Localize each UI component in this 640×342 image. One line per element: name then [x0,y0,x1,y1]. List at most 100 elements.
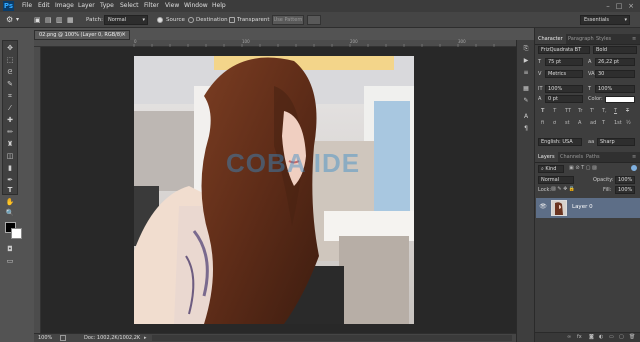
new-layer-icon[interactable]: ▢ [619,334,624,341]
subtract-selection-icon[interactable]: ▥ [56,12,63,28]
filter-icons[interactable]: ▣ ⊘ T ▢ ▨ [569,165,597,172]
brush-panel-icon[interactable]: ✎ [521,96,531,105]
layer-name[interactable]: Layer 0 [572,204,593,210]
folder-icon[interactable]: ▭ [609,334,614,341]
marquee-tool-icon[interactable]: ⬚ [4,55,16,66]
leading-field[interactable]: 26,22 pt [595,58,635,66]
subscript-button[interactable]: T, [602,108,607,115]
source-radio[interactable] [157,17,163,23]
history-panel-icon[interactable]: ⎘ [521,44,531,53]
tab-styles[interactable]: Styles [593,34,614,44]
stylistic-alternates-button[interactable]: ad [590,120,596,127]
minimize-icon[interactable]: – [604,2,612,10]
hand-tool-icon[interactable]: ✋ [4,197,16,208]
panel-menu-icon[interactable]: ≡ [629,34,639,44]
close-window-icon[interactable]: × [627,2,635,10]
underline-button[interactable]: T [614,108,617,115]
tab-paragraph[interactable]: Paragraph [565,34,597,44]
status-menu-arrow-icon[interactable]: ▸ [144,334,147,342]
layer-filter-select[interactable]: ⌕ Kind [538,165,564,173]
maximize-icon[interactable]: □ [615,2,623,10]
all-caps-button[interactable]: TT [565,108,571,115]
stamp-tool-icon[interactable]: ♜ [4,139,16,150]
swatches-panel-icon[interactable]: ▦ [521,84,531,93]
tab-layers[interactable]: Layers [535,152,558,162]
gradient-tool-icon[interactable]: ▮ [4,163,16,174]
eyedropper-tool-icon[interactable]: ⁄ [4,103,16,114]
character-panel-icon[interactable]: A [521,112,531,121]
zoom-tool-icon[interactable]: 🔍 [4,208,16,219]
crop-tool-icon[interactable]: ⌗ [4,91,16,102]
trash-icon[interactable]: 🗑 [629,334,635,341]
fx-icon[interactable]: fx [577,334,582,341]
panel-menu-icon[interactable]: ≡ [629,152,639,162]
faux-italic-button[interactable]: T [553,108,556,115]
eraser-tool-icon[interactable]: ◫ [4,151,16,162]
baseline-shift-field[interactable]: 0 pt [545,95,583,103]
filter-toggle-icon[interactable] [631,165,637,171]
workspace-select[interactable]: Essentials ▾ [580,15,630,25]
discretionary-ligature-button[interactable]: ơ [553,120,556,127]
swash-button[interactable]: A [578,120,581,127]
blend-mode-select[interactable]: Normal [538,176,574,184]
mask-icon[interactable]: ◙ [589,334,594,341]
anti-alias-select[interactable]: Sharp [597,138,635,146]
menu-select[interactable]: Select [120,0,139,12]
language-select[interactable]: English: USA [538,138,582,146]
titling-button[interactable]: T [602,120,605,127]
font-size-field[interactable]: 75 pt [545,58,583,66]
move-tool-icon[interactable]: ✥ [4,43,16,54]
menu-file[interactable]: File [22,0,32,12]
strikethrough-button[interactable]: T [626,108,629,115]
vertical-scale-field[interactable]: 100% [545,85,583,93]
quick-select-tool-icon[interactable]: ✎ [4,79,16,90]
ordinals-button[interactable]: 1st [614,120,622,127]
adjustment-icon[interactable]: ◐ [599,334,603,341]
layer-row[interactable]: 👁 Layer 0 [536,198,640,218]
stylistic-button[interactable]: st [565,120,570,127]
brush-tool-icon[interactable]: ✏ [4,127,16,138]
lasso-tool-icon[interactable]: ᘓ [4,67,16,78]
menu-layer[interactable]: Layer [78,0,95,12]
fill-field[interactable]: 100% [615,186,635,194]
transparent-checkbox[interactable] [229,17,235,23]
lock-icons[interactable]: ▨ ✎ ✥ 🔒 [551,186,575,193]
font-style-select[interactable]: Bold [593,46,637,54]
type-tool-icon[interactable]: T [4,185,16,196]
paragraph-panel-icon[interactable]: ¶ [521,124,531,133]
menu-image[interactable]: Image [55,0,74,12]
use-pattern-button[interactable]: Use Pattern [272,15,304,25]
tab-channels[interactable]: Channels [557,152,586,162]
close-document-icon[interactable]: × [121,31,126,39]
tracking-field[interactable]: 30 [595,70,635,78]
destination-radio[interactable] [188,17,194,23]
fractions-button[interactable]: ½ [626,120,631,127]
patch-mode-select[interactable]: Normal ▾ [104,15,148,25]
actions-panel-icon[interactable]: ▶ [521,56,531,65]
add-selection-icon[interactable]: ▤ [45,12,52,28]
zoom-level[interactable]: 100% [38,334,52,342]
text-color-swatch[interactable] [605,96,635,103]
properties-panel-icon[interactable]: ≡ [521,68,531,77]
menu-edit[interactable]: Edit [38,0,50,12]
document-image[interactable]: COBA IDE [134,56,414,324]
kerning-field[interactable]: Metrics [545,70,583,78]
opacity-field[interactable]: 100% [615,176,635,184]
new-selection-icon[interactable]: ▣ [34,12,41,28]
horizontal-scale-field[interactable]: 100% [595,85,635,93]
tab-paths[interactable]: Paths [583,152,603,162]
link-icon[interactable]: ∞ [567,334,571,341]
healing-tool-icon[interactable]: ✚ [4,115,16,126]
quick-mask-icon[interactable]: ◘ [4,244,16,255]
ligatures-button[interactable]: fi [541,120,544,127]
superscript-button[interactable]: T' [590,108,594,115]
patch-tool-icon[interactable]: ⚙ [6,12,13,28]
horizontal-scrollbar[interactable] [152,335,512,341]
intersect-selection-icon[interactable]: ▦ [67,12,74,28]
document-tab[interactable]: 02.png @ 100% (Layer 0, RGB/8) × [34,30,130,40]
tool-preset-arrow-icon[interactable]: ▾ [16,12,19,28]
eye-icon[interactable]: 👁 [539,203,547,211]
menu-help[interactable]: Help [212,0,226,12]
pattern-picker[interactable] [307,15,321,25]
small-caps-button[interactable]: Tr [578,108,582,115]
